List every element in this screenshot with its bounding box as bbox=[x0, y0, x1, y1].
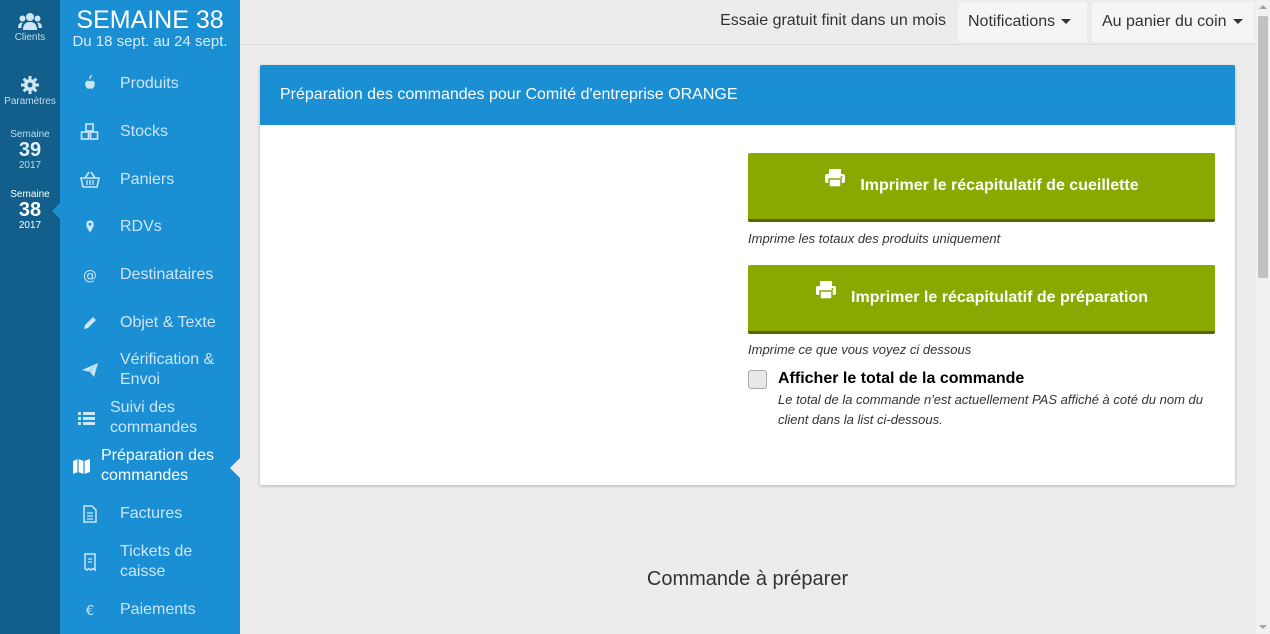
trial-notice: Essaie gratuit finit dans un mois bbox=[720, 12, 946, 29]
sidebar-item-label: Paniers bbox=[120, 171, 175, 188]
svg-text:€: € bbox=[86, 604, 94, 619]
sidebar-item-destinataires[interactable]: @ Destinataires bbox=[60, 253, 240, 297]
file-icon bbox=[80, 504, 100, 524]
section-title: Commande à préparer bbox=[646, 568, 849, 590]
sidebar-item-factures[interactable]: Factures bbox=[60, 492, 240, 536]
sidebar-item-label: RDVs bbox=[120, 218, 162, 235]
rail-week-38[interactable]: Semaine 38 2017 bbox=[0, 189, 60, 231]
sidebar-item-tickets-caisse[interactable]: Tickets de caisse bbox=[60, 540, 240, 584]
list-icon bbox=[77, 408, 97, 428]
sidebar-item-preparation-commandes[interactable]: Préparation des commandes bbox=[60, 444, 240, 488]
caret-down-icon bbox=[1061, 19, 1072, 25]
show-order-total-label[interactable]: Afficher le total de la commande bbox=[778, 370, 1024, 388]
caret-down-icon bbox=[1232, 19, 1243, 25]
sidebar-item-paiements[interactable]: € Paiements bbox=[60, 588, 240, 632]
sidebar-item-produits[interactable]: Produits bbox=[60, 62, 240, 106]
print-icon bbox=[824, 151, 846, 217]
pencil-icon bbox=[80, 313, 100, 333]
show-order-total-description: Le total de la commande n'est actuelleme… bbox=[778, 392, 1203, 427]
print-icon bbox=[815, 263, 837, 329]
sidebar-item-objet-texte[interactable]: Objet & Texte bbox=[60, 301, 240, 345]
sidebar-item-suivi-commandes[interactable]: Suivi des commandes bbox=[60, 396, 240, 440]
preparation-panel: Préparation des commandes pour Comité d'… bbox=[260, 65, 1235, 485]
week-header: SEMAINE 38 Du 18 sept. au 24 sept. bbox=[60, 0, 240, 50]
receipt-icon bbox=[80, 552, 100, 572]
rail-week-39[interactable]: Semaine 39 2017 bbox=[0, 129, 60, 171]
users-icon bbox=[0, 12, 60, 30]
week-title: SEMAINE 38 bbox=[76, 6, 224, 34]
rail-settings-label: Paramètres bbox=[4, 96, 56, 107]
sidebar-item-label: Préparation des commandes bbox=[101, 447, 214, 484]
notifications-label: Notifications bbox=[968, 13, 1056, 30]
print-picking-hint: Imprime les totaux des produits uniqueme… bbox=[748, 231, 1001, 246]
rail-settings[interactable]: Paramètres bbox=[0, 76, 60, 107]
panel-title: Préparation des commandes pour Comité d'… bbox=[260, 65, 1235, 125]
page-scrollbar[interactable] bbox=[1256, 0, 1270, 634]
week-year: 2017 bbox=[18, 220, 42, 231]
top-bar: Essaie gratuit finit dans un mois Notifi… bbox=[240, 0, 1256, 45]
scrollbar-thumb[interactable] bbox=[1258, 16, 1268, 278]
print-preparation-hint: Imprime ce que vous voyez ci dessous bbox=[748, 342, 972, 357]
notifications-dropdown[interactable]: Notifications bbox=[958, 2, 1087, 42]
rail-clients[interactable]: Clients bbox=[0, 12, 60, 43]
sidebar-item-stocks[interactable]: Stocks bbox=[60, 110, 240, 154]
print-picking-label: Imprimer le récapitulatif de cueillette bbox=[860, 177, 1139, 195]
account-dropdown[interactable]: Au panier du coin bbox=[1092, 2, 1254, 42]
sidebar-item-paniers[interactable]: Paniers bbox=[60, 158, 240, 202]
sidebar-item-label: Stocks bbox=[120, 123, 169, 140]
week-number: 38 bbox=[18, 199, 42, 221]
week-year: 2017 bbox=[18, 160, 42, 171]
rail-clients-label: Clients bbox=[14, 32, 46, 43]
sidebar-item-label: Suivi des commandes bbox=[110, 399, 198, 436]
scroll-down-icon[interactable] bbox=[1259, 625, 1267, 629]
sidebar-item-label: Paiements bbox=[120, 601, 196, 618]
paper-plane-icon bbox=[80, 360, 100, 380]
at-icon: @ bbox=[80, 265, 100, 285]
print-preparation-label: Imprimer le récapitulatif de préparation bbox=[851, 289, 1148, 307]
euro-icon: € bbox=[80, 600, 100, 620]
sidebar-item-label: Destinataires bbox=[120, 266, 214, 283]
sidebar-item-verification-envoi[interactable]: Vérification & Envoi bbox=[60, 348, 240, 392]
sidebar-item-label: Tickets de caisse bbox=[120, 543, 193, 580]
svg-text:@: @ bbox=[83, 268, 97, 284]
print-preparation-summary-button[interactable]: Imprimer le récapitulatif de préparation bbox=[748, 265, 1215, 334]
week-range: Du 18 sept. au 24 sept. bbox=[72, 33, 228, 50]
basket-icon bbox=[80, 170, 100, 190]
gear-icon bbox=[0, 76, 60, 94]
sidebar: SEMAINE 38 Du 18 sept. au 24 sept. Produ… bbox=[60, 0, 240, 634]
account-label: Au panier du coin bbox=[1102, 13, 1227, 30]
week-number: 39 bbox=[18, 139, 42, 161]
show-order-total-checkbox[interactable] bbox=[748, 370, 767, 389]
sidebar-item-label: Factures bbox=[120, 505, 183, 522]
sidebar-item-label: Vérification & Envoi bbox=[120, 351, 215, 388]
app-rail: Clients Paramètres Semaine 39 2017 Semai… bbox=[0, 0, 61, 634]
sidebar-item-label: Produits bbox=[120, 75, 179, 92]
apple-icon bbox=[80, 74, 100, 94]
active-item-indicator bbox=[230, 458, 240, 478]
sidebar-item-rdvs[interactable]: RDVs bbox=[60, 205, 240, 249]
map-marker-icon bbox=[80, 217, 100, 237]
map-icon bbox=[72, 456, 92, 476]
scroll-up-icon[interactable] bbox=[1259, 5, 1267, 9]
print-picking-summary-button[interactable]: Imprimer le récapitulatif de cueillette bbox=[748, 153, 1215, 222]
sidebar-item-label: Objet & Texte bbox=[120, 314, 216, 331]
cubes-icon bbox=[80, 122, 100, 142]
